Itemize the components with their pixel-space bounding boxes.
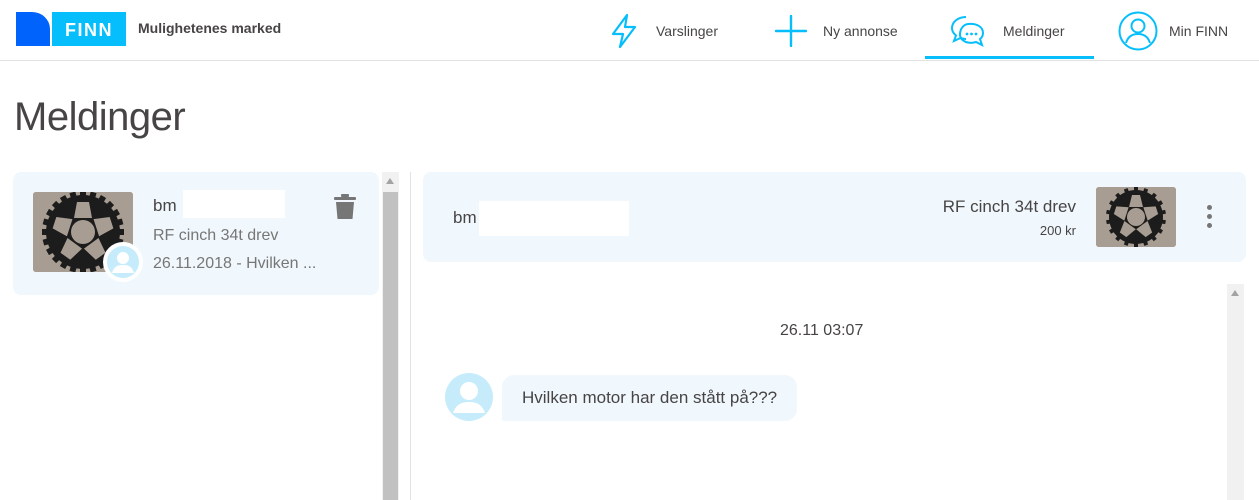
site-tagline: Mulighetenes marked [138,20,282,36]
kebab-dot-icon [1206,223,1212,228]
plus-icon [775,14,807,47]
nav-varslinger[interactable]: Varslinger [608,0,718,61]
scrollbar-thumb[interactable] [383,192,398,500]
scroll-up-arrow-icon[interactable] [1231,290,1239,296]
more-options-button[interactable] [1203,205,1215,231]
nav-ny-annonse[interactable]: Ny annonse [775,0,898,61]
delete-conversation-button[interactable] [333,194,357,225]
nav-min-finn[interactable]: Min FINN [1118,0,1228,61]
scrollbar-thumb[interactable] [1228,304,1243,500]
nav-ny-annonse-label: Ny annonse [823,22,898,39]
message-timestamp: 26.11 03:07 [780,322,864,339]
kebab-dot-icon [1206,214,1212,219]
svg-text:FINN: FINN [65,20,113,40]
finn-logo[interactable]: FINN [16,12,126,46]
panel-divider [410,172,411,500]
chat-ad-price: 200 kr [1039,223,1076,238]
chat-bubbles-icon [950,15,985,47]
chat-ad-title[interactable]: RF cinch 34t drev [943,197,1076,217]
nav-active-indicator [925,56,1094,59]
conversation-ad-title: RF cinch 34t drev [153,227,279,244]
user-avatar-icon [445,373,493,421]
message-bubble: Hvilken motor har den stått på??? [502,375,798,421]
conversation-list-item[interactable]: bm RF cinch 34t drev 26.11.2018 - Hvilke… [13,172,379,295]
chat-partner-name: bm [453,208,477,227]
nav-meldinger-label: Meldinger [1003,22,1065,39]
nav-meldinger[interactable]: Meldinger [950,0,1064,61]
conversation-list-scrollbar[interactable] [382,172,399,500]
top-header: FINN Mulighetenes marked Varslinger Ny a… [0,0,1259,61]
conversation-snippet: 26.11.2018 - Hvilken ... [153,255,317,272]
chat-header: bm RF cinch 34t drev 200 kr [423,172,1246,262]
message-sender-avatar [445,373,493,421]
kebab-dot-icon [1206,205,1212,210]
finn-logo-icon: FINN [16,12,126,46]
scroll-up-arrow-icon[interactable] [386,178,394,184]
nav-varslinger-label: Varslinger [656,22,718,39]
redacted-name-overlay [479,201,629,236]
nav-min-finn-label: Min FINN [1169,22,1229,39]
lightning-icon [611,13,637,48]
chat-scrollbar[interactable] [1227,284,1244,500]
conversation-user-name: bm [153,196,177,215]
user-avatar-icon [107,246,139,278]
trash-icon [334,194,356,219]
user-circle-icon [1118,11,1158,50]
chainring-image [1096,187,1176,247]
conversation-user-avatar [103,242,143,282]
chat-ad-thumbnail[interactable] [1096,187,1176,247]
page-title: Meldinger [14,95,186,139]
redacted-name-overlay [183,190,285,218]
